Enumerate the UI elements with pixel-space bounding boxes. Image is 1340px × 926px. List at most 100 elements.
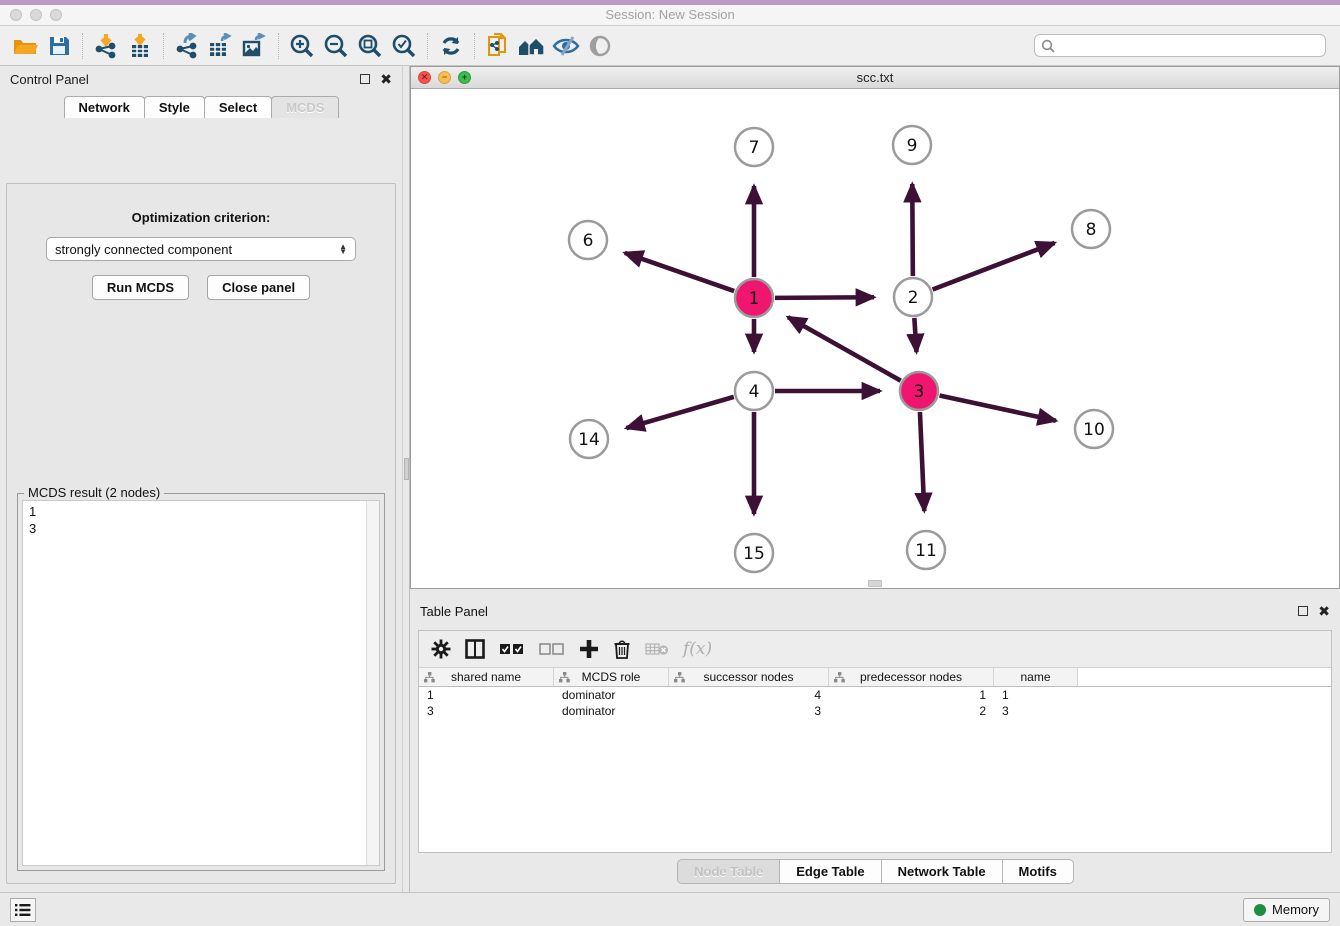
- edge-1-2[interactable]: [775, 297, 874, 298]
- export-table-icon[interactable]: [204, 30, 238, 62]
- edge-2-8[interactable]: [933, 243, 1055, 290]
- node-9[interactable]: 9: [893, 126, 931, 164]
- edge-1-6[interactable]: [625, 253, 734, 291]
- row-1-cell-successor-nodes[interactable]: 3: [669, 703, 829, 719]
- import-table-icon[interactable]: [123, 30, 157, 62]
- show-column-panel-icon[interactable]: [465, 639, 485, 659]
- tab-node-table[interactable]: Node Table: [677, 859, 780, 884]
- network-window-titlebar[interactable]: ✕ − + scc.txt: [411, 67, 1339, 89]
- tab-network-table[interactable]: Network Table: [881, 859, 1003, 884]
- close-table-panel-icon[interactable]: ✖: [1318, 604, 1330, 618]
- column-header-mcds-role[interactable]: MCDS role: [554, 668, 669, 687]
- svg-text:15: 15: [743, 544, 765, 564]
- network-graph[interactable]: 7 9 6 8 1 2 4 3 14 10 15 11: [411, 89, 1339, 588]
- zoom-fit-icon[interactable]: [353, 30, 387, 62]
- node-11[interactable]: 11: [907, 531, 945, 569]
- hide-selected-icon[interactable]: [549, 30, 583, 62]
- row-0-cell-predecessor-nodes[interactable]: 1: [829, 687, 994, 703]
- network-close-button[interactable]: ✕: [418, 71, 431, 84]
- search-field[interactable]: [1034, 34, 1326, 57]
- mcds-result-list[interactable]: 1 3: [22, 500, 380, 866]
- delete-rows-icon[interactable]: [613, 639, 631, 659]
- row-0-cell-name[interactable]: 1: [994, 687, 1078, 703]
- network-minimize-button[interactable]: −: [438, 71, 451, 84]
- criterion-select[interactable]: strongly connected component ▲▼: [46, 237, 356, 261]
- float-panel-icon[interactable]: [360, 74, 370, 84]
- column-header-predecessor-nodes[interactable]: predecessor nodes: [829, 668, 994, 687]
- node-7[interactable]: 7: [735, 128, 773, 166]
- node-15[interactable]: 15: [735, 534, 773, 572]
- export-network-icon[interactable]: [170, 30, 204, 62]
- close-panel-icon[interactable]: ✖: [380, 72, 392, 86]
- memory-button[interactable]: Memory: [1243, 898, 1330, 922]
- task-history-button[interactable]: [10, 898, 36, 922]
- edge-3-11[interactable]: [920, 412, 924, 511]
- edge-2-9[interactable]: [912, 184, 913, 276]
- table-tabs: Node Table Edge Table Network Table Moti…: [410, 859, 1340, 884]
- edge-2-3[interactable]: [914, 318, 916, 352]
- row-1-cell-predecessor-nodes[interactable]: 2: [829, 703, 994, 719]
- save-session-icon[interactable]: [42, 30, 76, 62]
- network-maximize-button[interactable]: +: [458, 71, 471, 84]
- main-toolbar: [0, 26, 1340, 66]
- row-0-cell-shared-name[interactable]: 1: [419, 687, 554, 703]
- row-1-cell-mcds-role[interactable]: dominator: [554, 703, 669, 719]
- panel-splitter[interactable]: [402, 66, 410, 892]
- edge-3-10[interactable]: [940, 395, 1056, 420]
- refresh-icon[interactable]: [434, 30, 468, 62]
- search-input[interactable]: [1055, 39, 1319, 53]
- column-header-name[interactable]: name: [994, 668, 1078, 687]
- result-scrollbar[interactable]: [366, 501, 379, 865]
- network-canvas[interactable]: 7 9 6 8 1 2 4 3 14 10 15 11: [411, 89, 1339, 588]
- open-session-icon[interactable]: [8, 30, 42, 62]
- close-panel-button[interactable]: Close panel: [207, 275, 310, 300]
- node-14[interactable]: 14: [570, 420, 608, 458]
- node-6[interactable]: 6: [569, 221, 607, 259]
- node-10[interactable]: 10: [1075, 410, 1113, 448]
- tab-select[interactable]: Select: [204, 96, 272, 118]
- splitter-handle[interactable]: [404, 458, 409, 480]
- row-1-cell-shared-name[interactable]: 3: [419, 703, 554, 719]
- zoom-out-icon[interactable]: [319, 30, 353, 62]
- show-all-icon[interactable]: [583, 30, 617, 62]
- attribute-icon: [559, 672, 570, 683]
- run-mcds-button[interactable]: Run MCDS: [92, 275, 189, 300]
- attribute-icon: [424, 672, 435, 683]
- node-1[interactable]: 1: [735, 279, 773, 317]
- node-2[interactable]: 2: [894, 278, 932, 316]
- mcds-result-item[interactable]: 3: [29, 520, 373, 537]
- tab-network[interactable]: Network: [64, 96, 145, 118]
- function-builder-icon[interactable]: f(x): [683, 639, 712, 659]
- add-column-icon[interactable]: [579, 639, 599, 659]
- column-header-successor-nodes[interactable]: successor nodes: [669, 668, 829, 687]
- canvas-resize-handle[interactable]: [868, 580, 882, 587]
- node-8[interactable]: 8: [1072, 210, 1110, 248]
- zoom-in-icon[interactable]: [285, 30, 319, 62]
- edge-3-1[interactable]: [788, 317, 901, 381]
- new-network-from-selection-icon[interactable]: [481, 30, 515, 62]
- delete-column-icon[interactable]: [645, 641, 669, 657]
- tab-style[interactable]: Style: [144, 96, 205, 118]
- node-4[interactable]: 4: [735, 372, 773, 410]
- tab-edge-table[interactable]: Edge Table: [779, 859, 881, 884]
- import-network-icon[interactable]: [89, 30, 123, 62]
- select-all-rows-icon[interactable]: [499, 642, 525, 656]
- tab-motifs[interactable]: Motifs: [1002, 859, 1074, 884]
- row-0-cell-successor-nodes[interactable]: 4: [669, 687, 829, 703]
- zoom-selected-icon[interactable]: [387, 30, 421, 62]
- export-image-icon[interactable]: [238, 30, 272, 62]
- toolbar-separator: [163, 33, 164, 59]
- deselect-all-rows-icon[interactable]: [539, 642, 565, 656]
- svg-text:8: 8: [1086, 220, 1097, 240]
- column-header-shared-name[interactable]: shared name: [419, 668, 554, 687]
- tab-mcds[interactable]: MCDS: [271, 96, 339, 118]
- row-0-cell-mcds-role[interactable]: dominator: [554, 687, 669, 703]
- mcds-result-item[interactable]: 1: [29, 503, 373, 520]
- float-table-panel-icon[interactable]: [1298, 606, 1308, 616]
- row-1-cell-name[interactable]: 3: [994, 703, 1078, 719]
- first-neighbors-icon[interactable]: [515, 30, 549, 62]
- edge-4-14[interactable]: [626, 397, 733, 428]
- memory-label: Memory: [1272, 902, 1319, 917]
- settings-gear-icon[interactable]: [431, 639, 451, 659]
- node-3[interactable]: 3: [900, 372, 938, 410]
